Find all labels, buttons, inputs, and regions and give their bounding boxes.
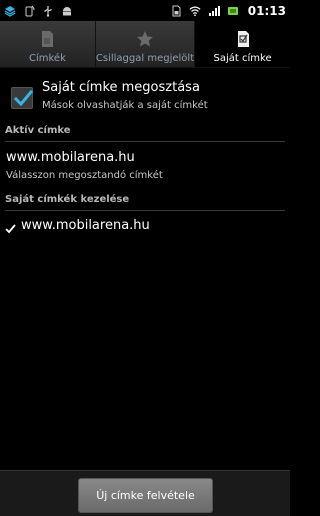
divider <box>5 210 285 211</box>
tab-tags-label: Címkék <box>29 53 66 64</box>
checkmark-icon <box>13 89 34 107</box>
clock: 01:13 <box>247 3 286 18</box>
own-tag-label: www.mobilarena.hu <box>21 218 150 233</box>
tab-own-tag-label: Saját címke <box>213 53 272 64</box>
tab-starred-label: Csillaggal megjelölt <box>95 53 195 64</box>
sim-icon <box>170 5 182 17</box>
active-tag-value: www.mobilarena.hu <box>6 150 135 165</box>
usb-icon <box>42 5 54 17</box>
wifi-icon <box>189 5 201 17</box>
tab-tags[interactable]: Címkék <box>0 21 96 67</box>
share-own-tag-row[interactable]: Saját címke megosztása Mások olvashatják… <box>0 78 290 118</box>
tab-own-tag[interactable]: Saját címke <box>195 21 291 67</box>
share-subtitle: Mások olvashatják a saját címkét <box>42 100 208 111</box>
network-icon <box>208 5 220 17</box>
section-active-tag: Aktív címke <box>5 125 71 136</box>
share-title: Saját címke megosztása <box>42 80 200 95</box>
divider <box>5 141 285 142</box>
stack-icon <box>4 5 16 17</box>
tag-icon <box>38 29 56 49</box>
own-tag-item[interactable]: www.mobilarena.hu <box>0 212 290 242</box>
status-bar: 01:13 <box>0 0 290 21</box>
share-checkbox[interactable] <box>11 87 34 109</box>
own-tag-icon <box>234 29 252 49</box>
add-new-tag-button[interactable]: Új címke felvétele <box>78 478 213 513</box>
battery-icon <box>227 5 239 17</box>
android-icon <box>61 5 73 17</box>
section-manage-tags: Saját címkék kezelése <box>5 194 130 205</box>
active-tag-hint: Válasszon megosztandó címkét <box>6 170 163 181</box>
tab-starred[interactable]: Csillaggal megjelölt <box>95 21 196 67</box>
check-icon <box>5 219 16 234</box>
bottom-bar: Új címke felvétele <box>0 470 290 516</box>
tab-bar: Címkék Csillaggal megjelölt Saját címke <box>0 21 291 68</box>
star-icon <box>136 29 154 49</box>
phone-signal-icon <box>23 5 35 17</box>
